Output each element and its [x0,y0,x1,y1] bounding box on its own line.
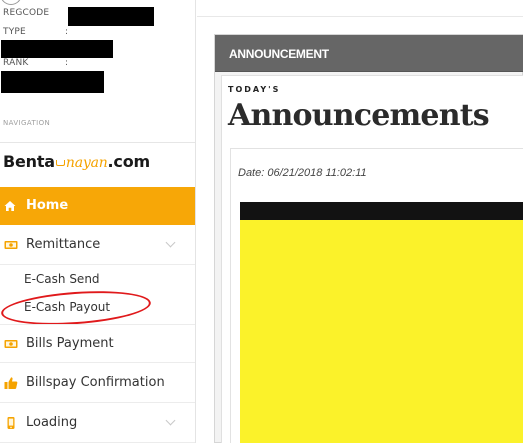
announcement-banner-top [240,202,523,220]
type-colon: : [65,27,69,37]
announcement-banner-image [240,220,523,443]
sidebar-item-label: Remittance [26,237,101,252]
sidebar-subitem-ecash-send[interactable]: E-Cash Send [24,272,100,286]
panel-title: ANNOUNCEMENT [229,47,329,61]
chevron-down-icon [165,415,176,426]
regcode-label: REGCODE [3,8,50,18]
type-value-redacted [1,40,113,58]
sidebar-item-home[interactable]: Home [0,187,195,225]
top-bar [197,0,523,17]
regcode-value-redacted [68,7,154,26]
sidebar: REGCODE TYPE : RANK : NAVIGATION Benta na… [0,0,196,443]
cart-icon [55,160,65,166]
home-icon [4,201,16,211]
type-label: TYPE [3,27,26,37]
sidebar-item-bills-payment[interactable]: Bills Payment [0,324,195,363]
rank-label: RANK [3,58,29,68]
avatar [0,0,22,5]
sidebar-item-label: Bills Payment [26,336,114,351]
brand-part-1: Benta [3,152,55,171]
announcement-panel: ANNOUNCEMENT TODAY'S Announcements Date:… [214,34,523,443]
money-icon [4,241,18,249]
announcement-kicker: TODAY'S [228,85,281,94]
rank-colon: : [65,58,69,68]
thumbs-up-icon [4,377,18,389]
highlight-circle-annotation [0,286,152,330]
rank-value-redacted [1,71,104,93]
brand-logo[interactable]: Benta nayan.com [0,142,195,186]
mobile-phone-icon [7,417,15,429]
brand-part-2: nayan [65,155,108,171]
announcement-date: Date: 06/21/2018 11:02:11 [238,167,367,179]
money-icon [4,340,18,348]
panel-header: ANNOUNCEMENT [215,35,523,72]
sidebar-item-remittance[interactable]: Remittance [0,226,195,265]
chevron-down-icon [165,237,176,248]
sidebar-item-label: Home [26,198,69,213]
sidebar-item-billspay-confirmation[interactable]: Billspay Confirmation [0,364,195,403]
sidebar-item-label: Billspay Confirmation [26,375,165,390]
sidebar-item-loading[interactable]: Loading [0,404,195,443]
brand-wordmark: Benta nayan.com [3,152,150,171]
regcode-row: REGCODE [3,8,49,18]
type-row: TYPE : [3,27,68,37]
announcement-heading: Announcements [228,98,490,133]
sidebar-item-label: Loading [26,415,78,430]
brand-part-3: .com [107,152,151,171]
navigation-heading: NAVIGATION [3,119,51,127]
rank-row: RANK : [3,58,68,68]
